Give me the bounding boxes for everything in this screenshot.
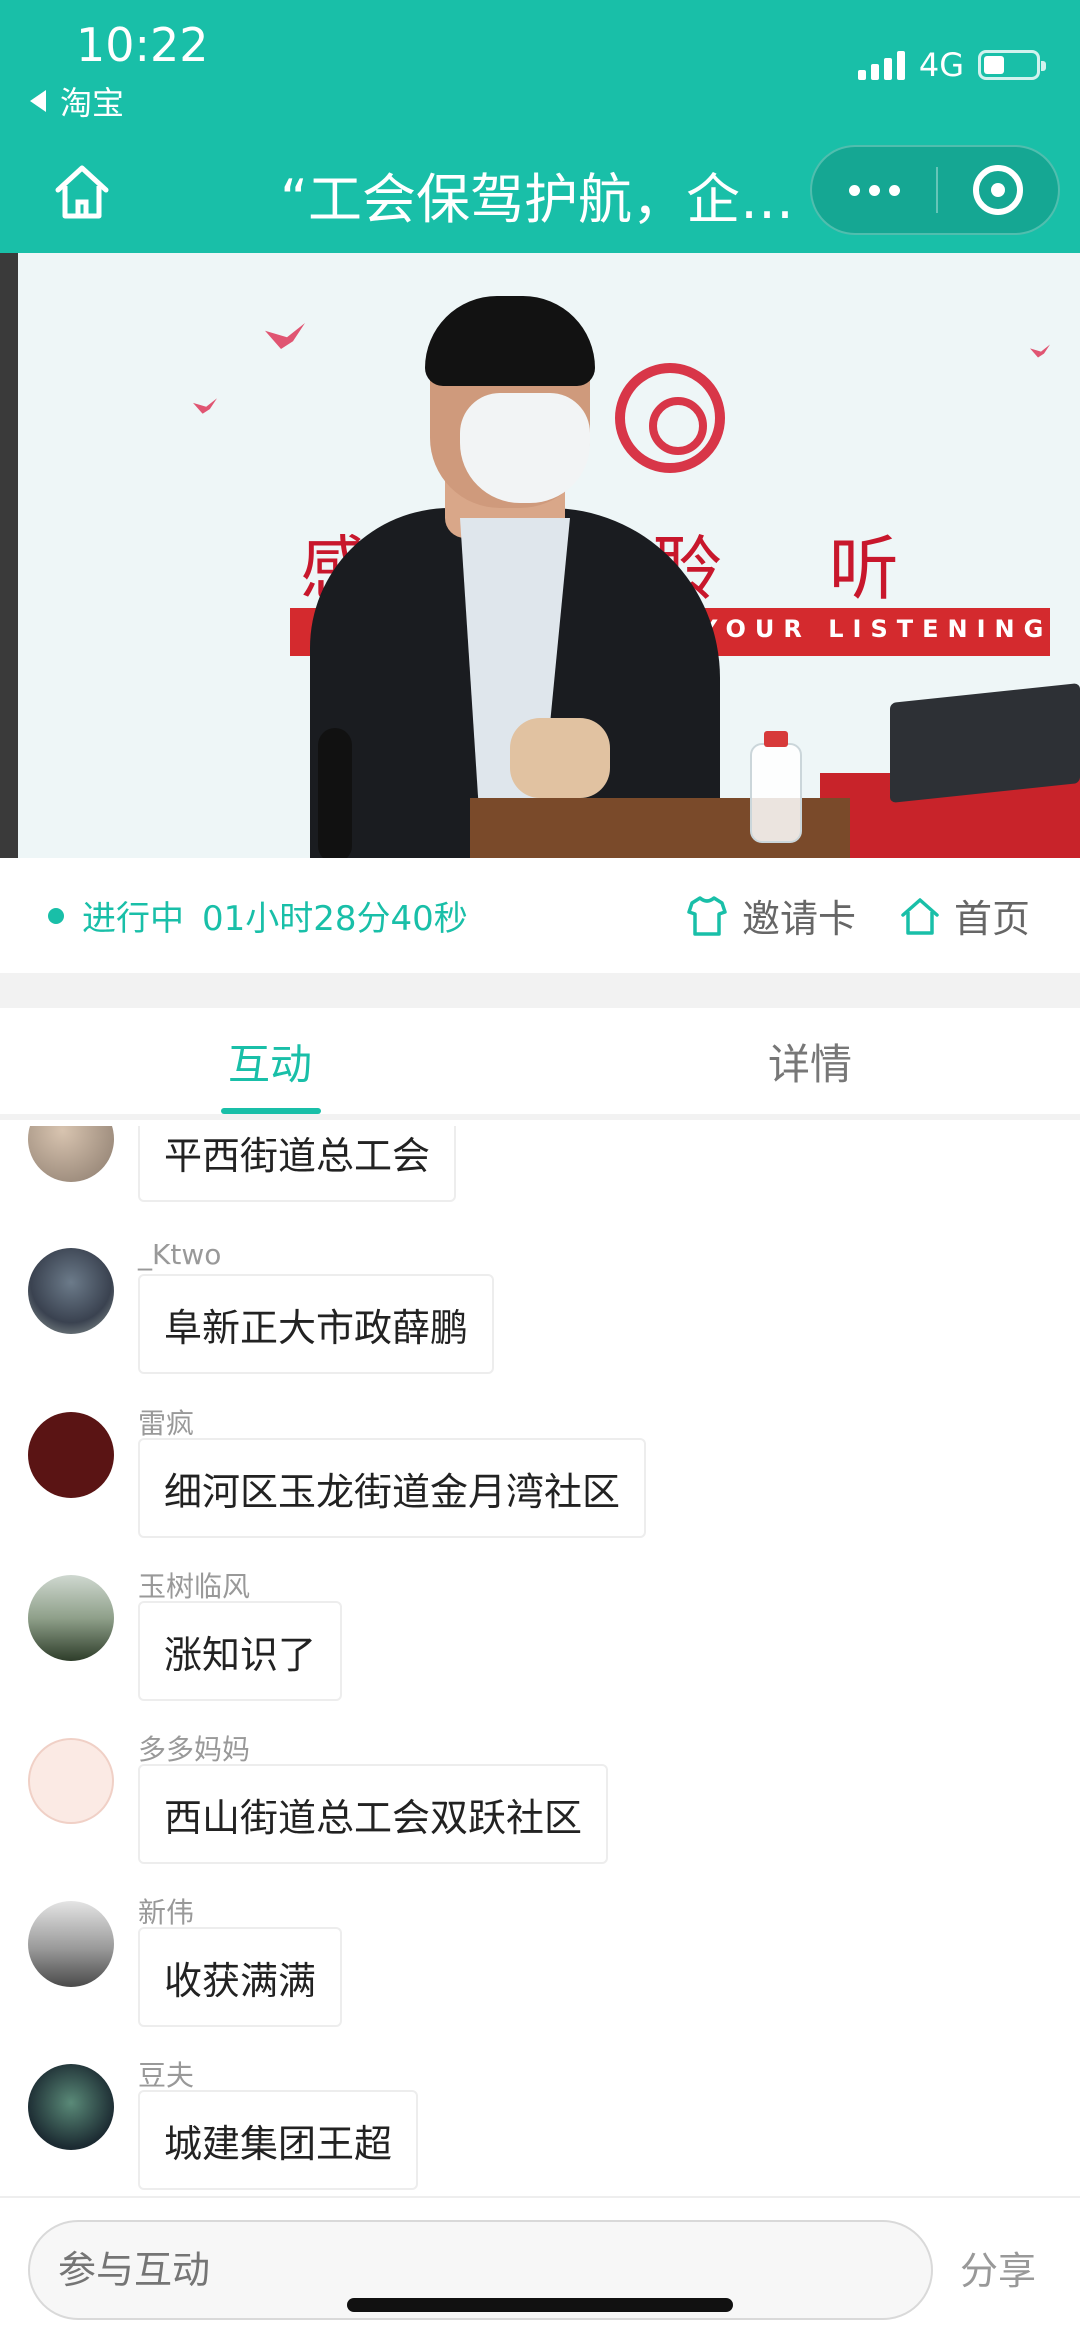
home-outline-icon (901, 897, 939, 935)
avatar-icon (28, 1126, 114, 1182)
home-indicator[interactable] (347, 2298, 733, 2312)
live-actions: 邀请卡 首页 (684, 858, 1030, 973)
status-indicators: 4G (857, 46, 1046, 84)
tab-interaction[interactable]: 互动 (0, 1008, 540, 1114)
live-status-bar: 进行中 01小时28分40秒 邀请卡 首页 (0, 858, 1080, 973)
message-bubble: 西山街道总工会双跃社区 (138, 1764, 609, 1864)
avatar-icon (28, 1575, 114, 1661)
message-bubble: 涨知识了 (138, 1601, 343, 1701)
chat-list[interactable]: 平西街道总工会 _Ktwo 阜新正大市政薛鹏 雷疯 细河区玉龙街道金月湾社区 玉… (0, 1126, 1080, 2196)
username: 新伟 (138, 1896, 195, 1929)
bird-icon (193, 398, 217, 414)
bird-icon (1030, 344, 1050, 358)
back-app-label: 淘宝 (60, 84, 125, 122)
share-button[interactable]: 分享 (960, 2240, 1036, 2295)
tab-bar: 互动 详情 (0, 1008, 1080, 1120)
username: 豆夫 (138, 2059, 195, 2092)
banner-subtext: YOUR LISTENING (700, 615, 1053, 643)
status-time: 10:22 (76, 18, 209, 72)
username: _Ktwo (138, 1238, 222, 1271)
network-label: 4G (918, 46, 964, 84)
battery-icon (978, 50, 1046, 80)
invite-card-label: 邀请卡 (741, 897, 856, 941)
avatar-icon (28, 1248, 114, 1334)
username: 玉树临风 (138, 1570, 251, 1603)
live-status: 进行中 01小时28分40秒 (48, 858, 468, 973)
battery-fill (984, 56, 1004, 74)
live-duration: 01小时28分40秒 (202, 899, 468, 939)
more-options-button[interactable] (812, 147, 936, 233)
message-bubble: 细河区玉龙街道金月湾社区 (138, 1438, 647, 1538)
section-divider (0, 973, 1080, 1008)
microphone (318, 728, 352, 858)
avatar-icon (28, 1901, 114, 1987)
back-arrow-icon (30, 90, 46, 112)
avatar-icon (28, 2064, 114, 2150)
username: 多多妈妈 (138, 1733, 251, 1766)
shirt-icon (687, 895, 727, 936)
message-bubble: 城建集团王超 (138, 2090, 419, 2190)
page-title: “工会保驾护航，企… (280, 168, 794, 231)
username: 雷疯 (138, 1407, 195, 1440)
app-header: 10:22 淘宝 4G “工会保驾护航，企… (0, 0, 1080, 253)
live-dot-icon (48, 907, 64, 924)
tab-details[interactable]: 详情 (540, 1008, 1080, 1114)
speaker (310, 288, 730, 858)
home-page-label: 首页 (953, 897, 1030, 941)
signal-icon (857, 50, 905, 80)
close-mini-program-button[interactable] (938, 165, 1058, 215)
avatar-icon (28, 1412, 114, 1498)
close-target-icon (973, 165, 1023, 215)
live-video-player[interactable]: 感 的 聆 听 YOUR LISTENING (0, 253, 1080, 858)
live-status-text: 进行中 (82, 899, 184, 939)
message-bubble: 阜新正大市政薛鹏 (138, 1274, 495, 1374)
home-icon (55, 165, 109, 219)
back-to-app-link[interactable]: 淘宝 (30, 78, 124, 124)
message-bubble: 收获满满 (138, 1927, 343, 2027)
home-button[interactable] (42, 152, 122, 232)
bird-icon (265, 323, 305, 349)
home-page-button[interactable]: 首页 (898, 888, 1030, 943)
mini-program-capsule (810, 145, 1060, 235)
message-bubble: 平西街道总工会 (138, 1126, 457, 1202)
water-bottle (750, 731, 802, 843)
avatar-icon (28, 1738, 114, 1824)
bottom-bar: 分享 (0, 2196, 1080, 2339)
laptop (890, 683, 1080, 803)
invite-card-button[interactable]: 邀请卡 (684, 888, 856, 943)
